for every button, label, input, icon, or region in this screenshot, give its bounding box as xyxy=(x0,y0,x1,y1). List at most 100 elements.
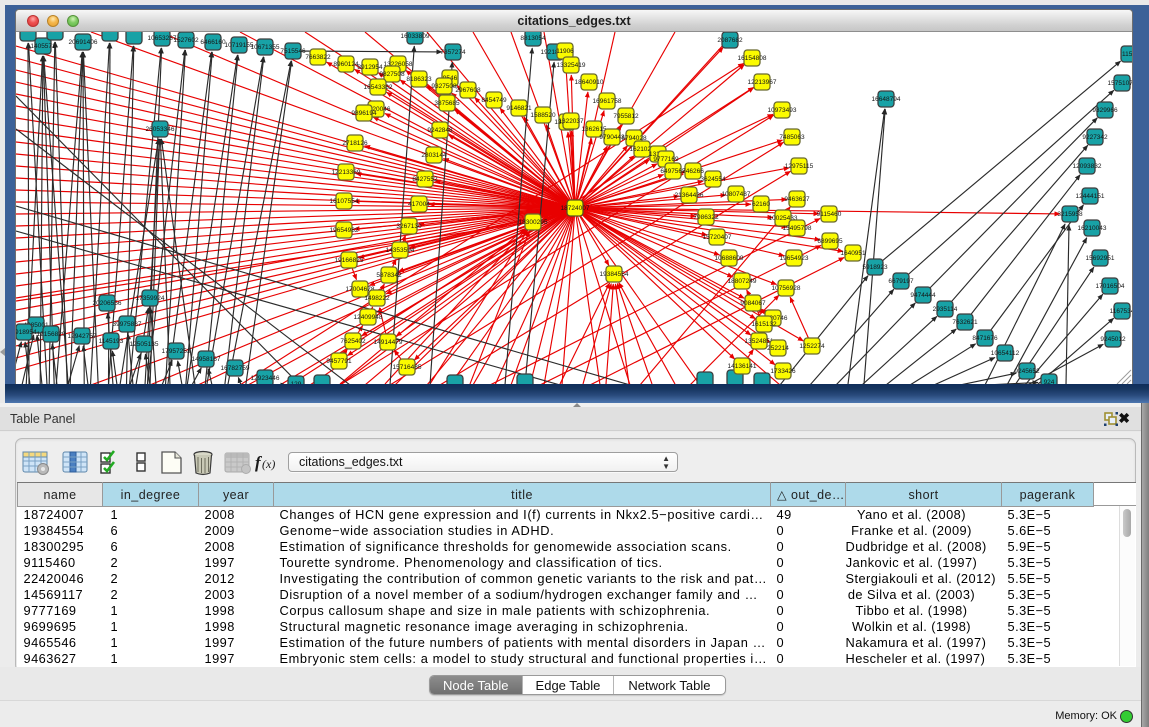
svg-text:1167534: 1167534 xyxy=(1110,308,1132,315)
svg-text:1733426: 1733426 xyxy=(770,368,796,375)
svg-text:19384554: 19384554 xyxy=(600,271,629,278)
svg-text:18640910: 18640910 xyxy=(575,79,604,86)
svg-text:1615132: 1615132 xyxy=(751,321,777,328)
svg-text:9242848: 9242848 xyxy=(427,127,453,134)
svg-text:26053346: 26053346 xyxy=(146,126,175,133)
svg-text:3624554: 3624554 xyxy=(700,176,726,183)
svg-text:14914479: 14914479 xyxy=(374,339,403,346)
svg-text:12505135: 12505135 xyxy=(130,341,159,348)
svg-text:12942757: 12942757 xyxy=(68,333,97,340)
svg-text:9146821: 9146821 xyxy=(506,105,532,112)
svg-text:2718126: 2718126 xyxy=(342,140,368,147)
svg-text:7515546: 7515546 xyxy=(280,48,306,55)
svg-text:8960124: 8960124 xyxy=(333,61,359,68)
svg-text:9827508: 9827508 xyxy=(379,71,405,78)
svg-text:9896194: 9896194 xyxy=(351,110,377,117)
svg-text:129: 129 xyxy=(291,381,302,384)
svg-text:5918923: 5918923 xyxy=(862,264,888,271)
svg-text:16543382: 16543382 xyxy=(364,84,393,91)
svg-text:8912954: 8912954 xyxy=(357,64,383,71)
svg-text:16107554: 16107554 xyxy=(330,198,359,205)
svg-text:9245652: 9245652 xyxy=(1014,368,1040,375)
svg-text:12213369: 12213369 xyxy=(332,169,361,176)
svg-text:15716485: 15716485 xyxy=(393,364,422,371)
svg-text:1640951: 1640951 xyxy=(840,250,866,257)
svg-text:1252274: 1252274 xyxy=(799,343,825,350)
svg-text:6899695: 6899695 xyxy=(817,238,843,245)
svg-text:1498222: 1498222 xyxy=(364,295,390,302)
svg-text:10719155: 10719155 xyxy=(225,42,254,49)
svg-text:21364436: 21364436 xyxy=(675,192,704,199)
svg-text:1151: 1151 xyxy=(1122,51,1132,58)
svg-text:(x): (x) xyxy=(262,457,275,471)
svg-text:1322037: 1322037 xyxy=(558,118,584,125)
svg-text:20206556: 20206556 xyxy=(93,300,122,307)
svg-text:12156829: 12156829 xyxy=(37,331,66,338)
svg-text:19654923: 19654923 xyxy=(780,255,809,262)
svg-text:15720407: 15720407 xyxy=(703,234,732,241)
svg-text:13325419: 13325419 xyxy=(557,62,586,69)
svg-text:2935114: 2935114 xyxy=(933,306,958,313)
svg-text:9463627: 9463627 xyxy=(784,196,810,203)
svg-text:3215958: 3215958 xyxy=(1057,211,1083,218)
svg-text:17016504: 17016504 xyxy=(1096,283,1125,290)
svg-text:7663822: 7663822 xyxy=(305,54,331,61)
svg-text:9327508: 9327508 xyxy=(431,83,457,90)
svg-text:12444151: 12444151 xyxy=(1076,193,1105,200)
svg-text:5878342: 5878342 xyxy=(376,272,402,279)
svg-text:8471676: 8471676 xyxy=(972,335,998,342)
svg-text:7986322: 7986322 xyxy=(693,214,719,221)
svg-text:16210043: 16210043 xyxy=(1078,225,1107,232)
svg-text:2967608: 2967608 xyxy=(455,87,481,94)
svg-text:2803144: 2803144 xyxy=(421,152,447,159)
svg-text:15751074: 15751074 xyxy=(1108,80,1132,87)
svg-text:10973493: 10973493 xyxy=(768,107,797,114)
svg-text:417004: 417004 xyxy=(408,201,430,208)
svg-text:16782759: 16782759 xyxy=(221,365,250,372)
svg-text:12213967: 12213967 xyxy=(748,79,777,86)
svg-text:9115460: 9115460 xyxy=(817,211,842,218)
svg-text:7955812: 7955812 xyxy=(613,113,639,120)
svg-text:10756928: 10756928 xyxy=(772,285,801,292)
svg-text:1588520: 1588520 xyxy=(530,112,556,119)
svg-text:252214: 252214 xyxy=(767,345,789,352)
svg-text:16961758: 16961758 xyxy=(593,98,622,105)
svg-text:3918954: 3918954 xyxy=(16,329,37,336)
svg-text:19166825: 19166825 xyxy=(335,257,364,264)
svg-text:16033809: 16033809 xyxy=(401,33,430,40)
svg-text:9245012: 9245012 xyxy=(1100,336,1126,343)
svg-text:3267130: 3267130 xyxy=(396,223,422,230)
svg-text:15495798: 15495798 xyxy=(783,225,812,232)
svg-text:1362615: 1362615 xyxy=(581,126,607,133)
svg-text:19654982: 19654982 xyxy=(330,227,359,234)
svg-text:7625402: 7625402 xyxy=(340,338,366,345)
svg-text:39975887: 39975887 xyxy=(113,321,142,328)
svg-text:3875685: 3875685 xyxy=(434,100,460,107)
svg-text:10807487: 10807487 xyxy=(722,191,751,198)
svg-text:12923446: 12923446 xyxy=(251,375,280,382)
svg-text:6679197: 6679197 xyxy=(888,278,914,285)
svg-text:8427552: 8427552 xyxy=(412,176,438,183)
svg-text:1145193: 1145193 xyxy=(99,338,124,345)
svg-text:7632621: 7632621 xyxy=(952,319,978,326)
svg-text:8454749: 8454749 xyxy=(481,97,507,104)
svg-text:1405571: 1405571 xyxy=(30,43,56,50)
svg-text:10654112: 10654112 xyxy=(991,350,1020,357)
svg-text:8186323: 8186323 xyxy=(406,76,432,83)
svg-text:16648794: 16648794 xyxy=(872,96,901,103)
svg-text:62160: 62160 xyxy=(752,201,770,208)
svg-text:9227342: 9227342 xyxy=(1082,134,1108,141)
svg-text:9084067: 9084067 xyxy=(740,300,766,307)
svg-text:8813054: 8813054 xyxy=(520,35,546,42)
svg-text:16154808: 16154808 xyxy=(738,55,767,62)
svg-text:1527602: 1527602 xyxy=(173,37,199,44)
svg-text:20691406: 20691406 xyxy=(69,39,98,46)
svg-text:14353594: 14353594 xyxy=(386,247,415,254)
svg-text:11906: 11906 xyxy=(556,48,574,55)
svg-text:7485063: 7485063 xyxy=(779,134,805,141)
svg-text:746266: 746266 xyxy=(682,168,704,175)
svg-text:12409948: 12409948 xyxy=(354,314,383,321)
svg-text:12093832: 12093832 xyxy=(1073,163,1102,170)
svg-text:15692951: 15692951 xyxy=(1086,255,1115,262)
svg-text:17957253: 17957253 xyxy=(162,348,191,355)
